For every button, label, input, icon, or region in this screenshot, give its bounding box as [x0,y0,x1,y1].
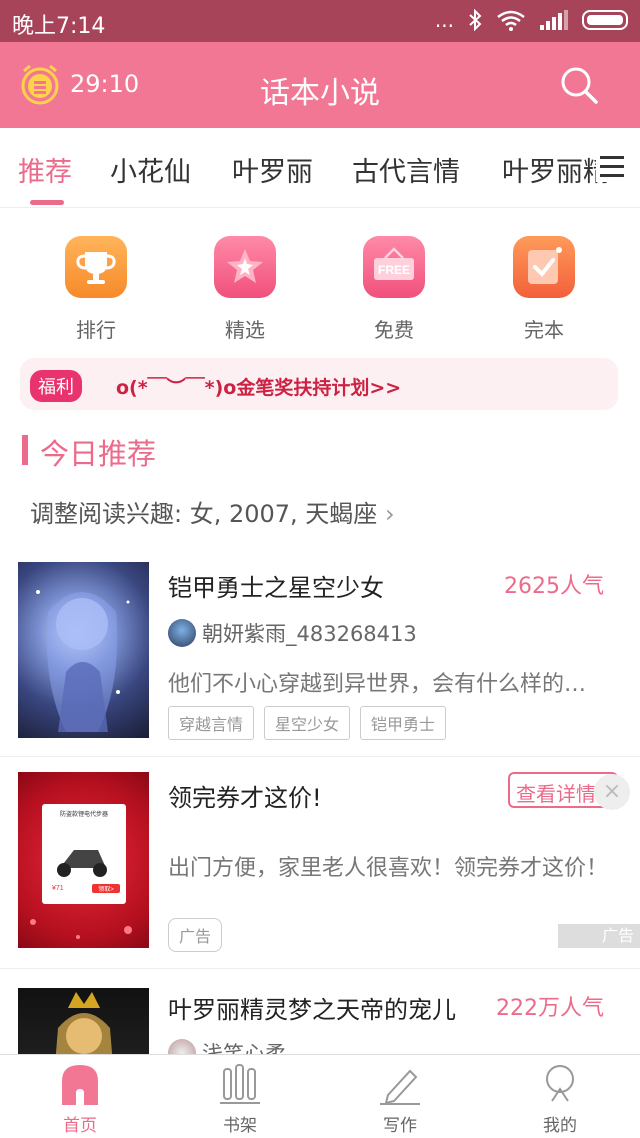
quick-link-free[interactable]: FREE 免费 [329,236,459,343]
nav-label: 首页 [63,1116,97,1136]
tag[interactable]: 铠甲勇士 [360,706,447,740]
ad-image-price: ¥71 [52,885,64,892]
tab-yeluoli[interactable]: 叶罗丽 [232,150,313,189]
close-icon[interactable]: × [594,774,630,810]
welfare-badge: 福利 [30,370,82,402]
bottom-nav: 首页 书架 写作 我的 [0,1054,640,1138]
ad-description: 出门方便，家里老人很喜欢！领完券才这价！ [168,856,608,881]
tab-yeluoli-spirit[interactable]: 叶罗丽精 [502,150,610,189]
chevron-right-icon: › [384,500,395,528]
free-sign-icon: FREE [363,236,425,298]
nav-bookshelf[interactable]: 书架 [200,1063,280,1136]
adjust-interest-link[interactable]: 调整阅读兴趣: 女, 2007, 天蝎座 › [30,494,395,529]
book-tags: 穿越言情 星空少女 铠甲勇士 [168,706,447,740]
wifi-icon [497,10,525,31]
tag[interactable]: 星空少女 [264,706,351,740]
book-popularity: 222万人气 [496,996,604,1021]
quick-link-label: 精选 [225,318,265,342]
tabs-menu-icon[interactable] [596,152,628,182]
signal-icon [540,10,568,30]
ad-card[interactable]: 防盗款锂电代步器 ¥71 领取> 领完券才这价! 查看详情 × 出门方便，家里老… [0,770,640,966]
ad-image-cta: 领取> [98,885,114,893]
app-title: 话本小说 [260,76,380,111]
divider [0,756,640,757]
ad-tags: 广告 [168,918,223,952]
book-title: 铠甲勇士之星空少女 [168,574,384,602]
book-cover [18,562,149,738]
quick-link-completed[interactable]: 完本 [479,236,609,343]
nav-home[interactable]: 首页 [40,1063,120,1136]
ad-image-caption: 防盗款锂电代步器 [60,810,108,818]
pencil-icon [380,1063,420,1105]
status-icons: ... [435,8,628,32]
avatar [168,619,196,647]
tab-xiaohuaxian[interactable]: 小花仙 [110,150,191,189]
ad-tag: 广告 [168,918,223,952]
avatar [168,1039,196,1054]
nav-label: 写作 [383,1116,417,1136]
battery-icon [582,10,628,30]
author-name: 朝妍紫雨_483268413 [202,622,417,646]
category-tabs: 推荐 小花仙 叶罗丽 古代言情 叶罗丽精 [0,128,640,208]
quick-link-featured[interactable]: 精选 [180,236,310,343]
section-title-bar [22,435,28,465]
book-cover [18,988,149,1054]
search-icon[interactable] [558,64,600,106]
status-dots: ... [434,8,454,32]
star-icon [214,236,276,298]
welfare-text: o(*￣︶￣*)o金笔奖扶持计划>> [116,377,402,399]
status-bar: 晚上7:14 ... [0,0,640,42]
ad-image: 防盗款锂电代步器 ¥71 领取> [18,772,149,948]
book-author[interactable]: 浅笑心柔 [168,1038,286,1054]
nav-me[interactable]: 我的 [520,1063,600,1136]
book-title: 叶罗丽精灵梦之天帝的宠儿 [168,996,456,1024]
nav-write[interactable]: 写作 [360,1063,440,1136]
welfare-notice[interactable]: 福利 o(*￣︶￣*)o金笔奖扶持计划>> [20,358,618,410]
app-bar: 29:10 话本小说 [0,42,640,128]
ad-title: 领完券才这价! [168,784,322,812]
nav-label: 我的 [543,1116,577,1136]
completed-check-icon [513,236,575,298]
home-icon [60,1063,100,1105]
quick-link-label: 完本 [524,318,564,342]
user-icon [540,1063,580,1105]
tag[interactable]: 穿越言情 [168,706,255,740]
divider [0,968,640,969]
bluetooth-icon [469,9,482,31]
nav-label: 书架 [223,1116,257,1136]
tab-ancient-romance[interactable]: 古代言情 [352,150,460,189]
free-sign-text: FREE [378,263,410,277]
interest-text: 调整阅读兴趣: 女, 2007, 天蝎座 [30,500,378,528]
book-card[interactable]: 叶罗丽精灵梦之天帝的宠儿 222万人气 浅笑心柔 [0,986,640,1054]
book-card[interactable]: 铠甲勇士之星空少女 2625人气 朝妍紫雨_483268413 他们不小心穿越到… [0,560,640,756]
book-description: 他们不小心穿越到异世界，会有什么样的故事呢 [168,672,608,697]
book-popularity: 2625人气 [504,574,604,599]
author-name: 浅笑心柔 [202,1042,286,1054]
tab-recommend[interactable]: 推荐 [18,150,72,189]
status-time: 晚上7:14 [12,14,106,39]
quick-link-ranking[interactable]: 排行 [31,236,161,343]
section-title-text: 今日推荐 [40,437,157,471]
book-author[interactable]: 朝妍紫雨_483268413 [168,618,417,648]
active-tab-indicator [30,200,64,205]
ad-label: 广告 [558,924,640,948]
quick-link-label: 免费 [374,318,414,342]
quick-link-label: 排行 [76,318,116,342]
bookshelf-icon [220,1063,260,1105]
trophy-icon [65,236,127,298]
